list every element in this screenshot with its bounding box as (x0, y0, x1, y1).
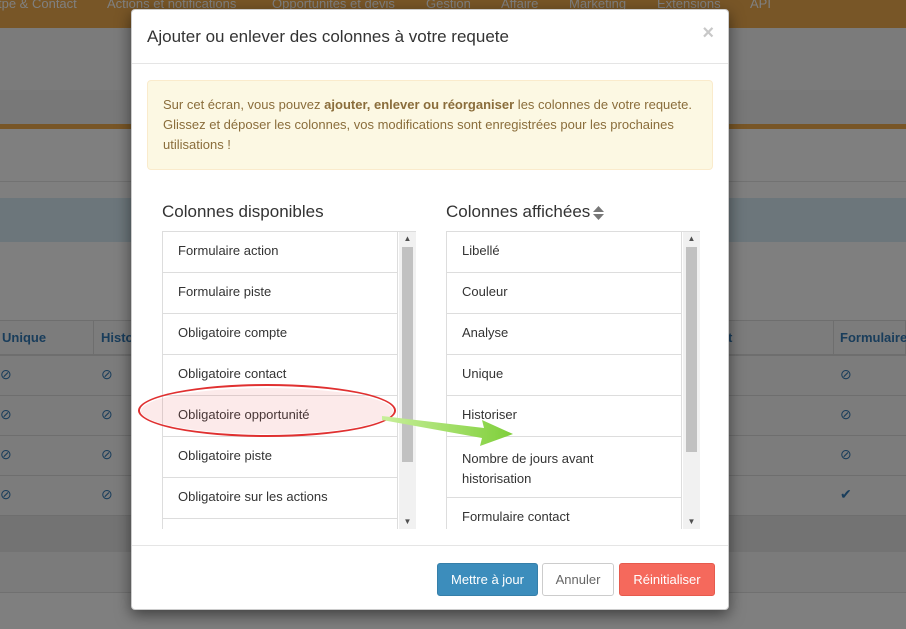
alert-text-bold: ajouter, enlever ou réorganiser (324, 97, 515, 112)
available-scrollbar[interactable]: ▲ ▼ (399, 232, 416, 529)
scroll-thumb[interactable] (686, 247, 697, 452)
list-item[interactable]: Obligatoire sur les actions (162, 478, 398, 519)
info-alert: Sur cet écran, vous pouvez ajouter, enle… (147, 80, 713, 170)
scroll-up-icon[interactable]: ▲ (399, 232, 416, 246)
list-item-highlighted[interactable]: Obligatoire opportunité (162, 396, 398, 437)
list-item[interactable]: Formulaire contact (446, 498, 682, 529)
available-columns-list[interactable]: Formulaire action Formulaire piste Oblig… (162, 231, 416, 529)
scroll-thumb[interactable] (402, 247, 413, 462)
displayed-columns-title: Colonnes affichées (446, 202, 605, 222)
columns-modal: Ajouter ou enlever des colonnes à votre … (131, 9, 729, 610)
list-item[interactable]: Formulaire piste (162, 273, 398, 314)
list-item[interactable]: Nombre de jours avant historisation (446, 437, 682, 498)
modal-title: Ajouter ou enlever des colonnes à votre … (147, 27, 509, 46)
list-item[interactable]: Obligatoire compte (162, 314, 398, 355)
displayed-scrollbar[interactable]: ▲ ▼ (683, 232, 700, 529)
available-columns-title: Colonnes disponibles (162, 202, 324, 221)
list-item[interactable] (162, 519, 398, 529)
list-item[interactable]: Formulaire action (162, 232, 398, 273)
modal-header: Ajouter ou enlever des colonnes à votre … (132, 10, 728, 64)
reset-button[interactable]: Réinitialiser (619, 563, 715, 596)
list-item[interactable]: Unique (446, 355, 682, 396)
scroll-down-icon[interactable]: ▼ (399, 515, 416, 529)
displayed-columns-list[interactable]: Libellé Couleur Analyse Unique Historise… (446, 231, 700, 529)
scroll-down-icon[interactable]: ▼ (683, 515, 700, 529)
list-item[interactable]: Analyse (446, 314, 682, 355)
close-icon[interactable]: × (702, 23, 714, 43)
update-button[interactable]: Mettre à jour (437, 563, 538, 596)
list-item[interactable]: Historiser (446, 396, 682, 437)
list-item[interactable]: Libellé (446, 232, 682, 273)
list-item[interactable]: Obligatoire contact (162, 355, 398, 396)
displayed-columns-title-text: Colonnes affichées (446, 202, 591, 221)
list-item[interactable]: Obligatoire piste (162, 437, 398, 478)
alert-text-prefix: Sur cet écran, vous pouvez (163, 97, 325, 112)
modal-footer: Mettre à jour Annuler Réinitialiser (132, 545, 728, 609)
scroll-up-icon[interactable]: ▲ (683, 232, 700, 246)
cancel-button[interactable]: Annuler (542, 563, 614, 596)
list-item[interactable]: Couleur (446, 273, 682, 314)
sort-icon[interactable] (593, 205, 605, 220)
